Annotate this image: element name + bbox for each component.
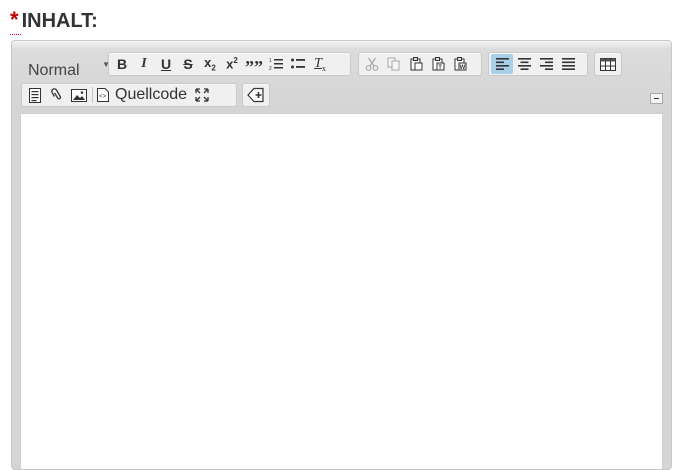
field-label-text: INHALT: xyxy=(21,10,98,32)
bulleted-list-button[interactable] xyxy=(287,54,309,74)
table-button[interactable] xyxy=(597,54,619,74)
paste-word-icon: W xyxy=(454,57,467,71)
required-marker: * xyxy=(10,7,19,32)
remove-format-icon: Tx xyxy=(314,55,326,73)
paste-button[interactable] xyxy=(405,54,427,74)
label-underline xyxy=(10,34,21,35)
editor-content-area[interactable] xyxy=(20,113,663,469)
align-center-icon xyxy=(517,58,531,70)
format-dropdown-value: Normal xyxy=(28,62,80,79)
add-tag-button[interactable] xyxy=(245,85,267,105)
align-justify-icon xyxy=(561,58,575,70)
svg-text:2: 2 xyxy=(269,66,272,71)
bulleted-list-icon xyxy=(291,58,305,69)
source-button[interactable]: <> Quellcode xyxy=(95,85,191,105)
numbered-list-button[interactable]: 1 2 xyxy=(265,54,287,74)
superscript-icon: x2 xyxy=(226,56,238,72)
paste-icon xyxy=(410,57,423,71)
svg-text:<>: <> xyxy=(99,93,107,100)
collapse-toolbar-icon xyxy=(654,98,659,99)
underline-button[interactable]: U xyxy=(155,54,177,74)
clipboard-group: T W xyxy=(358,52,482,76)
italic-icon: I xyxy=(141,56,147,71)
link-button[interactable] xyxy=(46,85,68,105)
copy-icon xyxy=(387,57,400,71)
align-group xyxy=(488,52,588,76)
paste-word-button[interactable]: W xyxy=(449,54,471,74)
subscript-icon: x2 xyxy=(204,55,216,73)
paste-text-button[interactable]: T xyxy=(427,54,449,74)
bold-button[interactable]: B xyxy=(111,54,133,74)
templates-icon xyxy=(29,87,41,103)
align-right-button[interactable] xyxy=(535,54,557,74)
underline-icon: U xyxy=(160,56,172,72)
svg-text:1: 1 xyxy=(269,58,272,64)
align-left-icon xyxy=(495,58,509,70)
remove-format-button[interactable]: Tx xyxy=(309,54,331,74)
blockquote-button[interactable]: ”” xyxy=(243,54,265,77)
paste-text-icon: T xyxy=(432,57,445,71)
bold-icon: B xyxy=(116,56,128,72)
tag-group xyxy=(242,83,270,107)
table-icon xyxy=(600,57,616,71)
strikethrough-button[interactable]: S xyxy=(177,54,199,74)
strikethrough-icon: S xyxy=(183,56,193,72)
format-dropdown[interactable]: Normal ▼ xyxy=(24,55,114,81)
basic-styles-group: B I U S x2 x2 ”” 1 2 Tx xyxy=(108,52,351,76)
numbered-list-icon: 1 2 xyxy=(269,58,283,71)
image-icon xyxy=(71,88,87,102)
svg-text:W: W xyxy=(460,65,466,71)
copy-button[interactable] xyxy=(383,54,405,74)
image-button[interactable] xyxy=(68,85,90,105)
insert-group: <> Quellcode xyxy=(21,83,237,107)
rich-text-editor: Normal ▼ B I U S x2 x2 ”” 1 2 Tx T W <> … xyxy=(11,40,672,470)
superscript-button[interactable]: x2 xyxy=(221,54,243,74)
svg-text:T: T xyxy=(438,65,442,71)
italic-button[interactable]: I xyxy=(133,54,155,74)
maximize-button[interactable] xyxy=(191,85,213,105)
add-tag-icon xyxy=(247,87,264,103)
source-button-label: Quellcode xyxy=(115,86,188,103)
source-icon: <> xyxy=(97,88,109,102)
table-group xyxy=(594,52,622,76)
align-left-button[interactable] xyxy=(491,54,513,74)
align-center-button[interactable] xyxy=(513,54,535,74)
templates-button[interactable] xyxy=(24,85,46,105)
subscript-button[interactable]: x2 xyxy=(199,54,221,74)
editor-toolbar: Normal ▼ B I U S x2 x2 ”” 1 2 Tx T W <> … xyxy=(12,41,671,113)
maximize-icon xyxy=(195,88,209,102)
toolbar-separator xyxy=(92,87,93,103)
collapse-toolbar-button[interactable] xyxy=(650,93,663,104)
align-right-icon xyxy=(539,58,553,70)
align-justify-button[interactable] xyxy=(557,54,579,74)
blockquote-icon: ”” xyxy=(245,57,263,77)
paperclip-icon xyxy=(51,88,62,100)
cut-button[interactable] xyxy=(361,54,383,74)
cut-icon xyxy=(365,57,379,71)
field-label: * INHALT: xyxy=(10,8,98,33)
